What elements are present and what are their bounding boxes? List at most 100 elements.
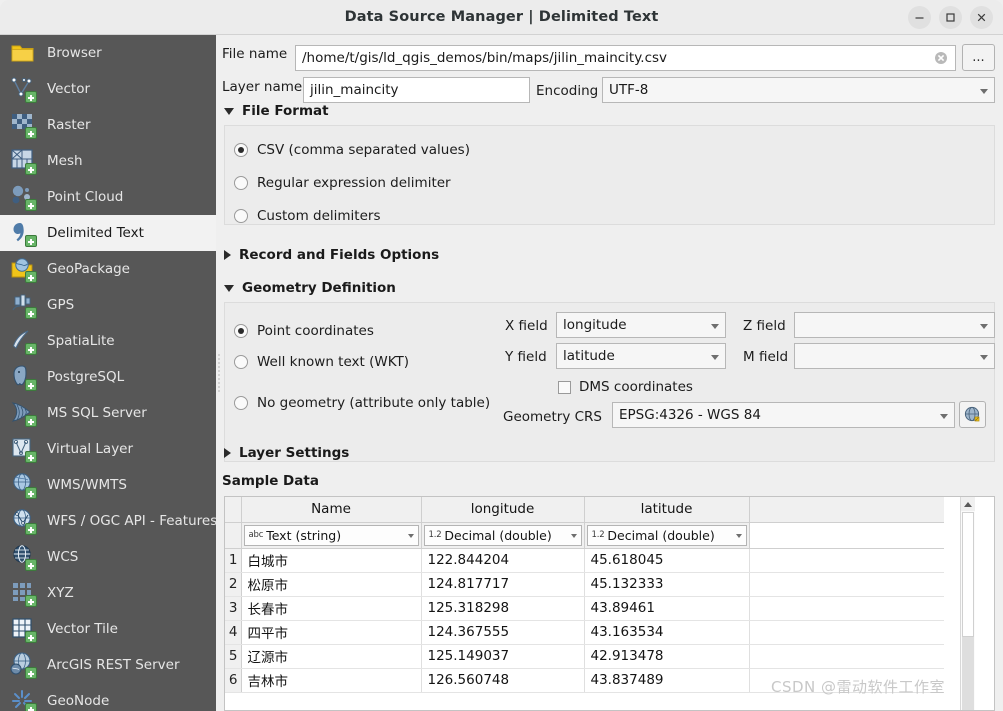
window-controls — [908, 6, 993, 29]
table-row[interactable]: 2 松原市 124.817717 45.132333 — [225, 572, 944, 597]
sidebar-item-browser[interactable]: Browser — [0, 35, 216, 71]
geometry-option-wkt[interactable]: Well known text (WKT) — [234, 354, 409, 370]
encoding-select[interactable]: UTF-8 — [602, 77, 995, 103]
table-cell[interactable]: 43.837489 — [584, 668, 750, 693]
sidebar-item-virtual-layer[interactable]: Virtual Layer — [0, 431, 216, 467]
sidebar-item-xyz[interactable]: XYZ — [0, 575, 216, 611]
sidebar-item-spatialite[interactable]: SpatiaLite — [0, 323, 216, 359]
record-fields-section-header[interactable]: Record and Fields Options — [224, 247, 439, 263]
table-cell[interactable]: 125.149037 — [421, 644, 585, 669]
scrollbar-thumb[interactable] — [962, 512, 974, 637]
file-name-input[interactable]: /home/t/gis/ld_qgis_demos/bin/maps/jilin… — [295, 45, 956, 71]
field-type-badge: abc — [248, 530, 264, 540]
file-format-option-regex[interactable]: Regular expression delimiter — [234, 175, 451, 191]
table-cell[interactable]: 42.913478 — [584, 644, 750, 669]
encoding-value: UTF-8 — [609, 82, 649, 98]
table-cell[interactable]: 吉林市 — [241, 668, 422, 693]
sample-data-scrollbar[interactable] — [960, 497, 975, 710]
file-format-option-csv[interactable]: CSV (comma separated values) — [234, 142, 470, 158]
column-header-empty — [749, 497, 944, 523]
sidebar-item-geopackage[interactable]: GeoPackage — [0, 251, 216, 287]
geometry-section-header[interactable]: Geometry Definition — [224, 280, 396, 296]
field-type-cell-empty — [749, 522, 944, 549]
clear-icon[interactable] — [934, 51, 948, 65]
table-cell[interactable]: 43.89461 — [584, 596, 750, 621]
table-cell[interactable]: 45.132333 — [584, 572, 750, 597]
field-type-select[interactable]: 1.2 Decimal (double) — [586, 524, 747, 546]
sidebar-item-wcs[interactable]: WCS — [0, 539, 216, 575]
y-field-select[interactable]: latitude — [556, 343, 726, 369]
file-name-value: /home/t/gis/ld_qgis_demos/bin/maps/jilin… — [302, 50, 668, 66]
table-cell[interactable]: 43.163534 — [584, 620, 750, 645]
table-cell[interactable]: 辽源市 — [241, 644, 422, 669]
sidebar-item-wfs-ogc-api-features[interactable]: WFS / OGC API - Features — [0, 503, 216, 539]
table-cell[interactable]: 45.618045 — [584, 548, 750, 573]
select-crs-button[interactable] — [959, 401, 986, 428]
sidebar-item-label: WMS/WMTS — [47, 477, 127, 493]
sidebar-item-arcgis-rest-server[interactable]: ArcGIS REST Server — [0, 647, 216, 683]
sidebar-item-point-cloud[interactable]: Point Cloud — [0, 179, 216, 215]
sample-data-table[interactable]: Name longitude latitude abc Text (string) 1.2… — [225, 497, 944, 693]
table-row[interactable]: 5 辽源市 125.149037 42.913478 — [225, 644, 944, 669]
scroll-up-button[interactable] — [961, 497, 975, 511]
table-cell[interactable]: 122.844204 — [421, 548, 585, 573]
field-type-select[interactable]: 1.2 Decimal (double) — [423, 524, 582, 546]
layer-name-input[interactable]: jilin_maincity — [303, 77, 530, 103]
geometry-crs-select[interactable]: EPSG:4326 - WGS 84 — [612, 402, 955, 428]
file-format-section-header[interactable]: File Format — [224, 103, 329, 119]
browser-folder-icon — [10, 40, 36, 66]
table-row[interactable]: 1 白城市 122.844204 45.618045 — [225, 548, 944, 573]
field-type-select[interactable]: abc Text (string) — [243, 524, 419, 546]
row-number: 5 — [225, 644, 242, 669]
sidebar-item-raster[interactable]: Raster — [0, 107, 216, 143]
minimize-button[interactable] — [908, 6, 931, 29]
layer-settings-section-header[interactable]: Layer Settings — [224, 445, 349, 461]
sidebar-item-geonode[interactable]: GeoNode — [0, 683, 216, 711]
table-corner — [225, 497, 242, 523]
m-field-select[interactable] — [794, 343, 995, 369]
scrollbar-track[interactable] — [962, 637, 974, 710]
table-cell[interactable]: 四平市 — [241, 620, 422, 645]
add-badge-icon — [25, 271, 37, 283]
sample-data-header-row: Name longitude latitude — [225, 497, 944, 523]
source-type-sidebar[interactable]: Browser Vector Raster Mesh Point Cloud Delimi… — [0, 35, 216, 711]
x-field-select[interactable]: longitude — [556, 312, 726, 338]
dms-coordinates-checkbox[interactable]: DMS coordinates — [558, 379, 693, 395]
row-number: 4 — [225, 620, 242, 645]
table-cell[interactable]: 长春市 — [241, 596, 422, 621]
sidebar-item-mesh[interactable]: Mesh — [0, 143, 216, 179]
table-cell[interactable]: 124.367555 — [421, 620, 585, 645]
column-header[interactable]: longitude — [421, 497, 585, 523]
geometry-option-point[interactable]: Point coordinates — [234, 323, 374, 339]
file-format-option-custom[interactable]: Custom delimiters — [234, 208, 380, 224]
add-badge-icon — [25, 487, 37, 499]
column-header[interactable]: latitude — [584, 497, 750, 523]
table-cell[interactable]: 白城市 — [241, 548, 422, 573]
virtual-layer-icon — [10, 436, 37, 463]
sidebar-item-postgresql[interactable]: PostgreSQL — [0, 359, 216, 395]
table-cell[interactable]: 124.817717 — [421, 572, 585, 597]
sidebar-item-ms-sql-server[interactable]: MS SQL Server — [0, 395, 216, 431]
m-field-label: M field — [743, 349, 789, 365]
sidebar-item-gps[interactable]: GPS — [0, 287, 216, 323]
browse-file-button[interactable]: ... — [962, 44, 995, 71]
sidebar-item-wms-wmts[interactable]: WMS/WMTS — [0, 467, 216, 503]
table-cell[interactable]: 125.318298 — [421, 596, 585, 621]
maximize-button[interactable] — [939, 6, 962, 29]
sidebar-item-delimited-text[interactable]: Delimited Text — [0, 215, 216, 251]
table-row[interactable]: 3 长春市 125.318298 43.89461 — [225, 596, 944, 621]
z-field-select[interactable] — [794, 312, 995, 338]
close-button[interactable] — [970, 6, 993, 29]
geometry-option-none[interactable]: No geometry (attribute only table) — [234, 395, 490, 411]
column-header[interactable]: Name — [241, 497, 422, 523]
table-cell-empty — [749, 548, 944, 573]
geometry-option-none-label: No geometry (attribute only table) — [257, 395, 491, 411]
table-cell[interactable]: 松原市 — [241, 572, 422, 597]
globe-pencil-icon — [964, 406, 979, 421]
sidebar-item-vector[interactable]: Vector — [0, 71, 216, 107]
table-row[interactable]: 4 四平市 124.367555 43.163534 — [225, 620, 944, 645]
table-cell[interactable]: 126.560748 — [421, 668, 585, 693]
geopackage-icon — [10, 256, 37, 283]
sidebar-item-vector-tile[interactable]: Vector Tile — [0, 611, 216, 647]
chevron-down-icon — [711, 355, 719, 360]
